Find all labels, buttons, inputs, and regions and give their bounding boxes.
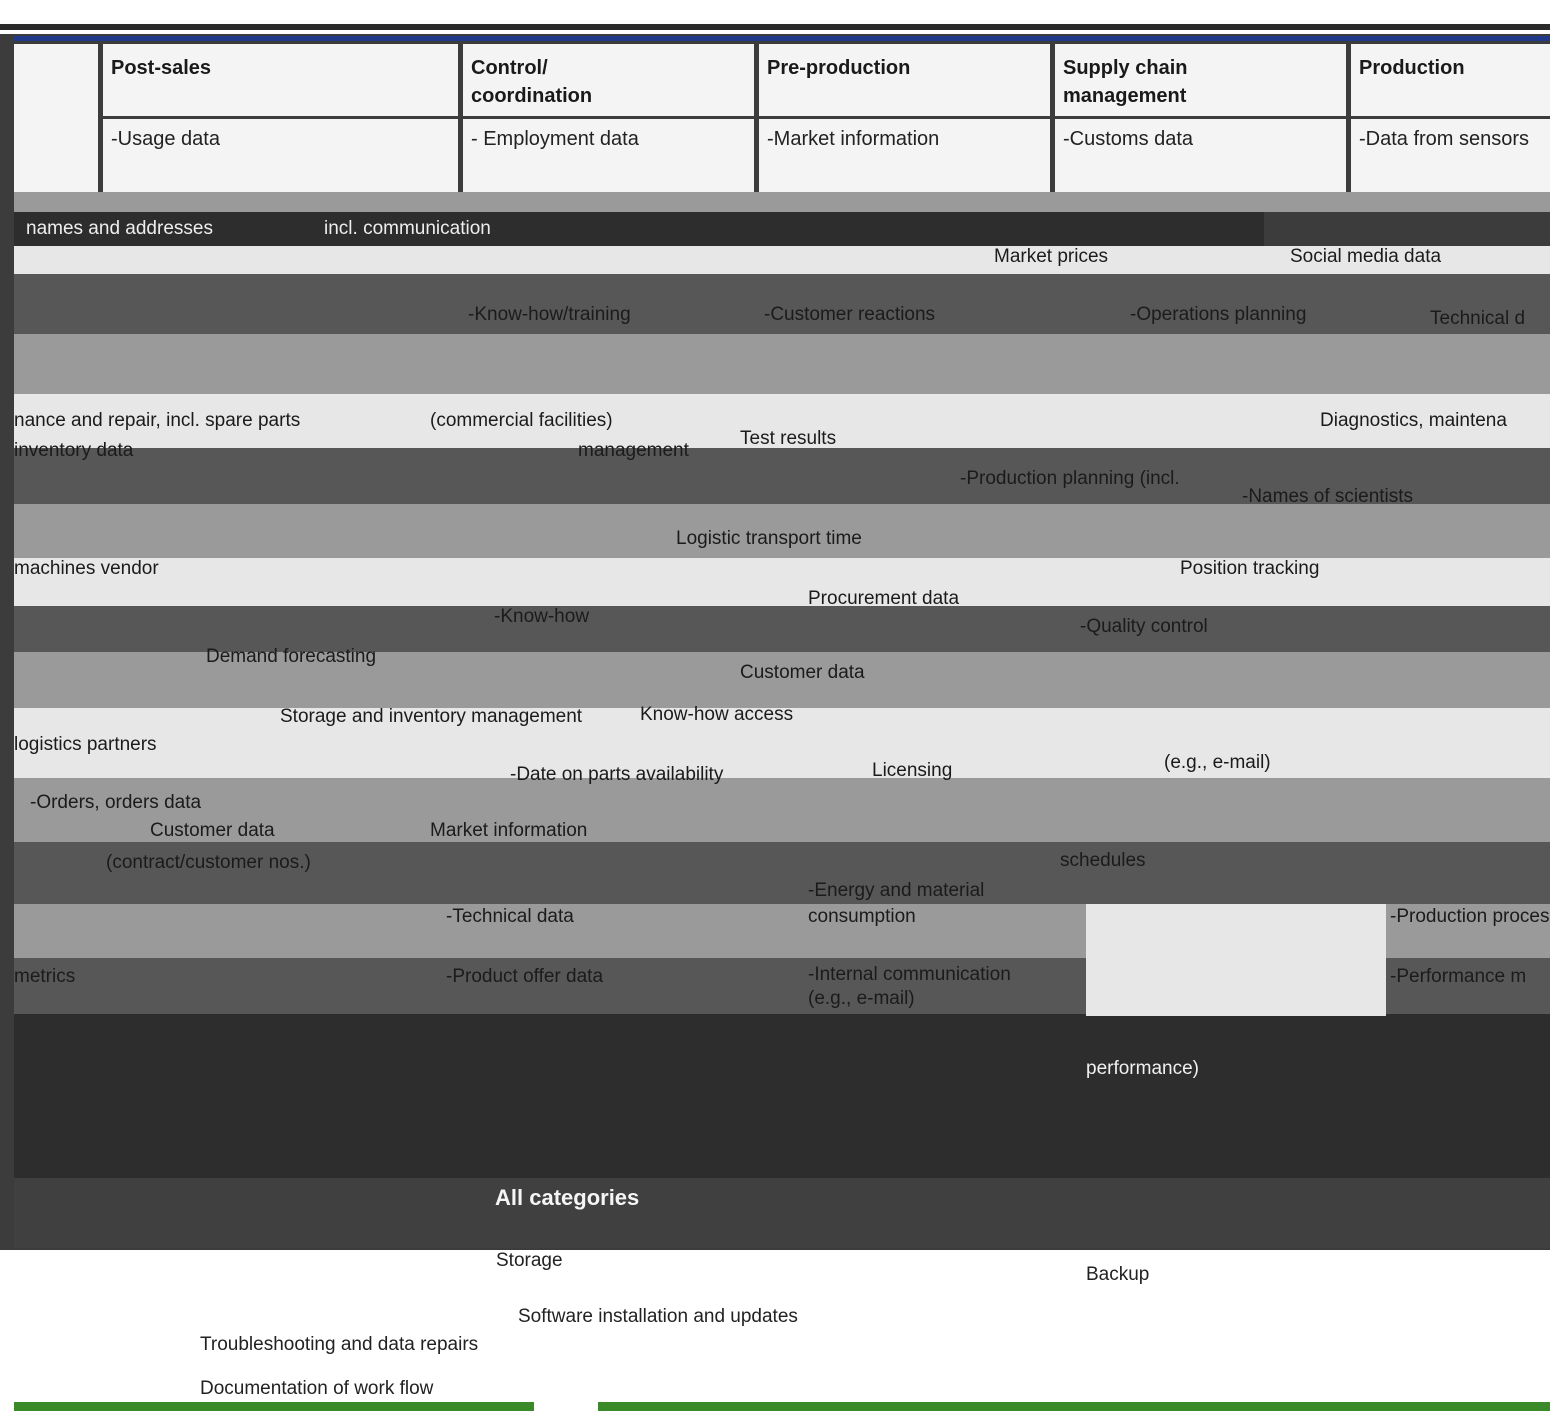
item-text: names and addresses (26, 218, 213, 239)
column-control-coordination: Control/ coordination - Employment data (458, 44, 754, 192)
item-text: Storage and inventory management (280, 706, 583, 727)
row-band (14, 334, 1550, 394)
item-text: Demand forecasting (206, 646, 377, 667)
category-row: Troubleshooting and data repairs (200, 1334, 479, 1355)
footer-accent-right (598, 1402, 1550, 1411)
item-text: Diagnostics, maintena (1320, 410, 1507, 431)
item-text: (e.g., e-mail) (808, 988, 915, 1009)
column-supply-chain: Supply chain management -Customs data (1050, 44, 1346, 192)
categories-label: All categories (495, 1185, 640, 1210)
item-text: Technical d (1430, 308, 1526, 329)
item-text: -Names of scientists (1242, 486, 1414, 507)
top-bar (0, 0, 1550, 34)
header-accent-line (14, 36, 1550, 41)
column-separator (463, 116, 754, 119)
item-text: -Date on parts availability (510, 764, 724, 785)
item-text: performance) (1086, 1058, 1199, 1079)
item-text: -Energy and material (808, 880, 985, 901)
item-text: -Know-how (494, 606, 590, 627)
item-text: -Orders, orders data (30, 792, 202, 813)
item-text: Market information (430, 820, 588, 841)
column-first-item: -Data from sensors (1359, 128, 1530, 150)
column-heading: Production (1359, 57, 1465, 79)
item-text: Licensing (872, 760, 953, 781)
item-text: Market prices (994, 246, 1109, 267)
column-separator (103, 116, 458, 119)
categories-list: Storage Backup Software installation and… (0, 1250, 1550, 1411)
item-text: -Internal communication (808, 964, 1011, 985)
item-text: -Customer reactions (764, 304, 936, 325)
item-text: consumption (808, 906, 916, 927)
column-pre-production: Pre-production -Market information (754, 44, 1050, 192)
footer-accent-left (14, 1402, 534, 1411)
item-text: Know-how access (640, 704, 794, 725)
item-text: Test results (740, 428, 837, 449)
item-text: -Technical data (446, 906, 574, 927)
item-text: -Operations planning (1130, 304, 1307, 325)
column-heading: Pre-production (767, 57, 911, 79)
column-first-item: - Employment data (471, 128, 639, 150)
item-text: Procurement data (808, 588, 960, 609)
item-text: machines vendor (14, 558, 159, 579)
item-text: Position tracking (1180, 558, 1320, 579)
item-text: -Production planning (incl. (960, 468, 1180, 489)
item-text: nance and repair, incl. spare parts (14, 410, 301, 431)
item-text: (commercial facilities) (430, 410, 613, 431)
item-text: -Quality control (1080, 616, 1208, 637)
item-text: -Product offer data (446, 966, 604, 987)
column-heading: Supply chain management (1063, 57, 1188, 107)
category-row: Backup (1086, 1264, 1150, 1285)
item-text: Logistic transport time (676, 528, 862, 549)
item-text: incl. communication (324, 218, 491, 239)
categories-box (14, 1178, 1550, 1248)
column-first-item: -Customs data (1063, 128, 1194, 150)
row-band (1086, 904, 1386, 1016)
item-text: schedules (1060, 850, 1146, 871)
item-text: -Know-how/training (468, 304, 631, 325)
column-separator (1351, 116, 1550, 119)
item-text: logistics partners (14, 734, 157, 755)
item-text: -Performance m (1390, 966, 1527, 987)
category-row: Software installation and updates (518, 1306, 798, 1327)
column-post-sales: Post-sales -Usage data (98, 44, 458, 192)
item-text: (e.g., e-mail) (1164, 752, 1271, 773)
category-row: Storage (496, 1250, 563, 1271)
item-text: (contract/customer nos.) (106, 852, 311, 873)
row-band (14, 1014, 1550, 1178)
item-text: Customer data (150, 820, 275, 841)
item-text: management (578, 440, 689, 461)
column-heading: Control/ coordination (471, 57, 593, 107)
column-production: Production -Data from sensors (1346, 44, 1550, 192)
item-text: -Production process (1390, 906, 1550, 927)
column-header-table: Post-sales -Usage data Control/ coordina… (14, 44, 1550, 192)
column-separator (759, 116, 1050, 119)
item-text: Social media data (1290, 246, 1442, 267)
item-text: metrics (14, 966, 76, 987)
row-band (14, 558, 1550, 606)
column-first-item: -Usage data (111, 128, 220, 150)
column-heading: Post-sales (111, 57, 212, 79)
row-band (14, 192, 1550, 212)
category-row: Documentation of work flow (200, 1378, 434, 1399)
column-separator (1055, 116, 1346, 119)
top-rule (0, 24, 1550, 30)
item-text: Customer data (740, 662, 865, 683)
item-text: inventory data (14, 440, 134, 461)
column-first-item: -Market information (767, 128, 940, 150)
